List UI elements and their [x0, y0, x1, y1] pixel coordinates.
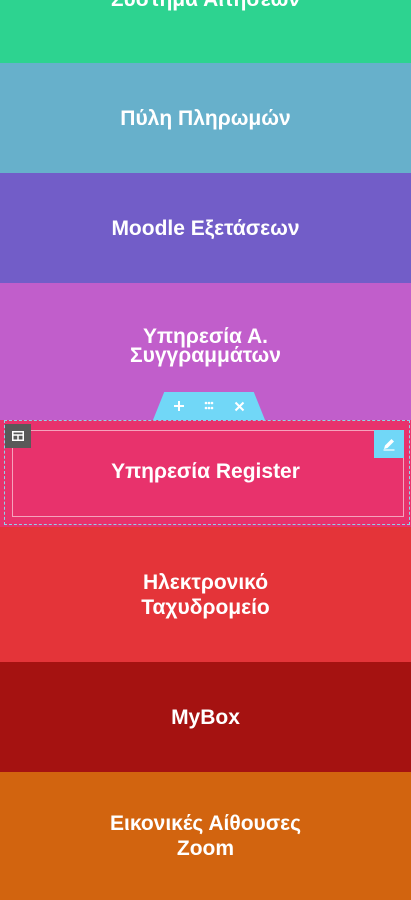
tile-label: Σύστημα Αιτήσεων [111, 0, 300, 12]
tile-label: Moodle Εξετάσεων [111, 216, 300, 240]
drag-section-button[interactable] [201, 398, 217, 414]
tile-label: Υπηρεσία Register [111, 460, 300, 483]
tile-label: Ηλεκτρονικό Ταχυδρομείο [141, 570, 270, 620]
column-handle[interactable] [5, 424, 31, 448]
tile-label: MyBox [171, 705, 240, 729]
delete-section-button[interactable] [231, 398, 247, 414]
tile-zoom-rooms[interactable]: Εικονικές Αίθουσες Zoom [0, 772, 411, 900]
tile-moodle-exetaseon[interactable]: Moodle Εξετάσεων [0, 173, 411, 283]
column-layout-icon [12, 431, 24, 441]
plus-icon [174, 401, 184, 411]
close-icon [234, 401, 244, 411]
tile-label-line-2: Ταχυδρομείο [141, 595, 270, 619]
edit-widget-button[interactable] [374, 430, 404, 458]
drag-grip-icon [204, 401, 214, 410]
tile-ilektroniko-tachydromeio[interactable]: Ηλεκτρονικό Ταχυδρομείο [0, 527, 411, 662]
section-toolbar [153, 392, 265, 420]
tile-pyli-pliromon[interactable]: Πύλη Πληρωμών [0, 63, 411, 173]
tile-mybox[interactable]: MyBox [0, 662, 411, 772]
tile-label: Υπηρεσία Α. Συγγραμμάτων [130, 325, 281, 368]
tile-label-line-1: Ηλεκτρονικό [142, 570, 269, 594]
tile-label-line-2: Zoom [176, 837, 235, 860]
tile-systima-aitiseon[interactable]: Σύστημα Αιτήσεων [0, 0, 411, 63]
pencil-icon [383, 439, 395, 451]
tile-label: Πύλη Πληρωμών [120, 106, 291, 130]
add-section-button[interactable] [171, 398, 187, 414]
tile-label-line-2: Συγγραμμάτων [130, 343, 281, 367]
tile-ypiresia-register[interactable]: Υπηρεσία Register [0, 420, 411, 527]
tile-label: Εικονικές Αίθουσες Zoom [110, 811, 301, 861]
tile-label-line-1: Εικονικές Αίθουσες [109, 812, 301, 835]
